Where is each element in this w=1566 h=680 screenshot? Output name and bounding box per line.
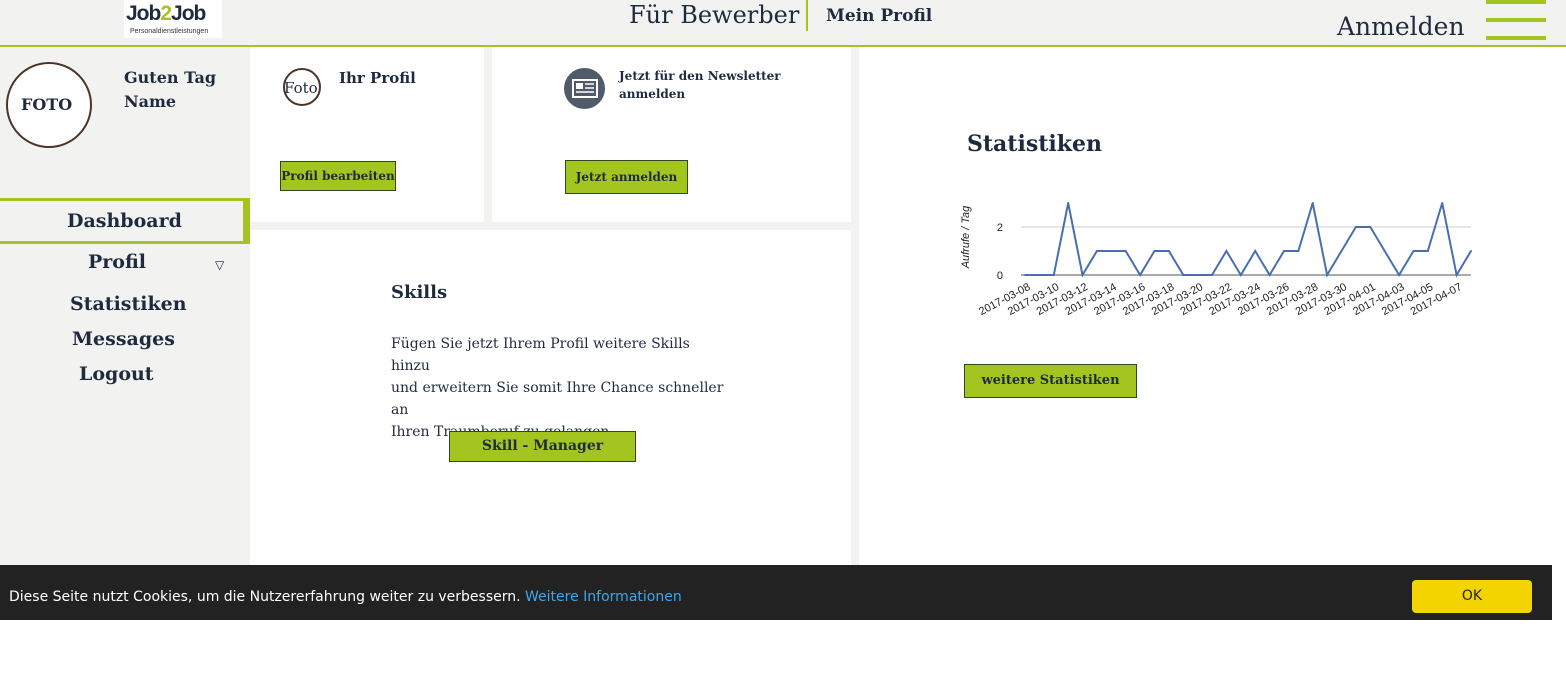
newsletter-title-line: anmelden — [619, 87, 686, 101]
stats-title: Statistiken — [967, 131, 1102, 157]
more-stats-button[interactable]: weitere Statistiken — [964, 364, 1137, 398]
skills-description: Fügen Sie jetzt Ihrem Profil weitere Ski… — [391, 333, 731, 443]
newspaper-icon — [564, 68, 605, 109]
login-link[interactable]: Anmelden — [1337, 12, 1465, 41]
skill-manager-button[interactable]: Skill - Manager — [449, 431, 636, 462]
chart-data-point — [1110, 250, 1113, 252]
chart-data-point — [1167, 250, 1170, 252]
skills-title: Skills — [391, 282, 448, 303]
greeting: Guten Tag Name — [124, 66, 216, 114]
hamburger-line — [1486, 0, 1546, 4]
chart-data-point — [1426, 250, 1429, 252]
nav-divider — [806, 0, 808, 31]
chart-data-point — [1340, 250, 1343, 252]
cookie-more-info-link[interactable]: Weitere Informationen — [525, 589, 682, 605]
chart-data-point — [1124, 250, 1127, 252]
chart-data-point — [1254, 250, 1257, 252]
logo[interactable]: Job2Job Personaldienstleistungen — [124, 0, 222, 38]
chart-data-point — [1139, 274, 1142, 276]
sidebar-item-dashboard-label[interactable]: Dashboard — [67, 210, 182, 232]
sidebar-item-profil[interactable]: Profil — [88, 251, 146, 273]
cookie-text: Diese Seite nutzt Cookies, um die Nutzer… — [9, 589, 682, 605]
chart-data-point — [1326, 274, 1329, 276]
chart-data-point — [1369, 226, 1372, 228]
newsletter-title-line: Jetzt für den Newsletter — [619, 69, 781, 83]
chart-data-point — [1211, 274, 1214, 276]
chart-data-point — [1095, 250, 1098, 252]
views-chart: 0 2 Aufrufe / Tag 2017-03-08 2017-03-10 2017-… — [955, 195, 1475, 345]
chart-data-point — [1225, 250, 1228, 252]
logo-subtitle: Personaldienstleistungen — [130, 28, 209, 35]
chevron-down-icon[interactable]: ▽ — [215, 258, 224, 272]
nav-mein-profil[interactable]: Mein Profil — [826, 6, 932, 26]
sidebar-item-messages[interactable]: Messages — [72, 328, 175, 350]
chart-data-point — [1441, 202, 1444, 204]
chart-data-point — [1354, 226, 1357, 228]
chart-data-point — [1052, 274, 1055, 276]
logo-part-b: 2 — [160, 2, 172, 25]
hamburger-line — [1486, 18, 1546, 22]
chart-data-point — [1282, 250, 1285, 252]
card-gap — [851, 47, 859, 565]
hamburger-line — [1486, 36, 1546, 40]
chart-series-line — [1025, 202, 1472, 278]
chart-y-axis-label: Aufrufe / Tag — [960, 205, 972, 269]
profile-photo-label: Foto — [284, 79, 318, 97]
chart-data-point — [1196, 274, 1199, 276]
cookie-ok-button[interactable]: OK — [1412, 580, 1532, 613]
sidebar-item-statistiken[interactable]: Statistiken — [70, 293, 187, 315]
chart-data-point — [1383, 250, 1386, 252]
chart-data-point — [1024, 274, 1026, 276]
chart-data-point — [1398, 274, 1401, 276]
chart-data-point — [1470, 250, 1472, 252]
chart-data-point — [1182, 274, 1185, 276]
chart-data-point — [1239, 274, 1242, 276]
chart-data-point — [1038, 274, 1041, 276]
chart-y-tick-label: 2 — [997, 222, 1003, 234]
newsletter-subscribe-button[interactable]: Jetzt anmelden — [565, 160, 688, 194]
newspaper-icon-svg — [572, 79, 598, 98]
sidebar-item-logout[interactable]: Logout — [79, 363, 154, 385]
cookie-message: Diese Seite nutzt Cookies, um die Nutzer… — [9, 589, 521, 605]
chart-data-point — [1268, 274, 1271, 276]
logo-text: Job2Job — [126, 2, 206, 26]
chart-data-point — [1153, 250, 1156, 252]
hamburger-icon[interactable] — [1486, 0, 1546, 42]
chart-data-point — [1311, 202, 1314, 204]
views-chart-svg: 02Aufrufe / Tag2017-03-082017-03-102017-… — [960, 202, 1472, 318]
greeting-line: Guten Tag — [124, 68, 216, 87]
profile-card-title: Ihr Profil — [339, 69, 416, 87]
user-name: Name — [124, 92, 177, 111]
skills-text-line: und erweitern Sie somit Ihre Chance schn… — [391, 380, 724, 418]
logo-part-c: Job — [171, 2, 206, 25]
newsletter-card-title: Jetzt für den Newsletter anmelden — [619, 67, 781, 103]
card-gap — [484, 47, 492, 230]
nav-fuer-bewerber[interactable]: Für Bewerber — [629, 1, 799, 29]
chart-data-point — [1455, 274, 1458, 276]
chart-data-point — [1412, 250, 1415, 252]
avatar-label: FOTO — [21, 95, 73, 114]
card-gap — [250, 222, 854, 230]
chart-data-point — [1067, 202, 1070, 204]
edit-profile-button[interactable]: Profil bearbeiten — [280, 161, 396, 191]
chart-data-point — [1081, 274, 1084, 276]
chart-y-tick-label: 0 — [997, 270, 1003, 282]
chart-data-point — [1297, 250, 1300, 252]
skills-text-line: Fügen Sie jetzt Ihrem Profil weitere Ski… — [391, 336, 690, 374]
logo-part-a: Job — [126, 2, 161, 25]
